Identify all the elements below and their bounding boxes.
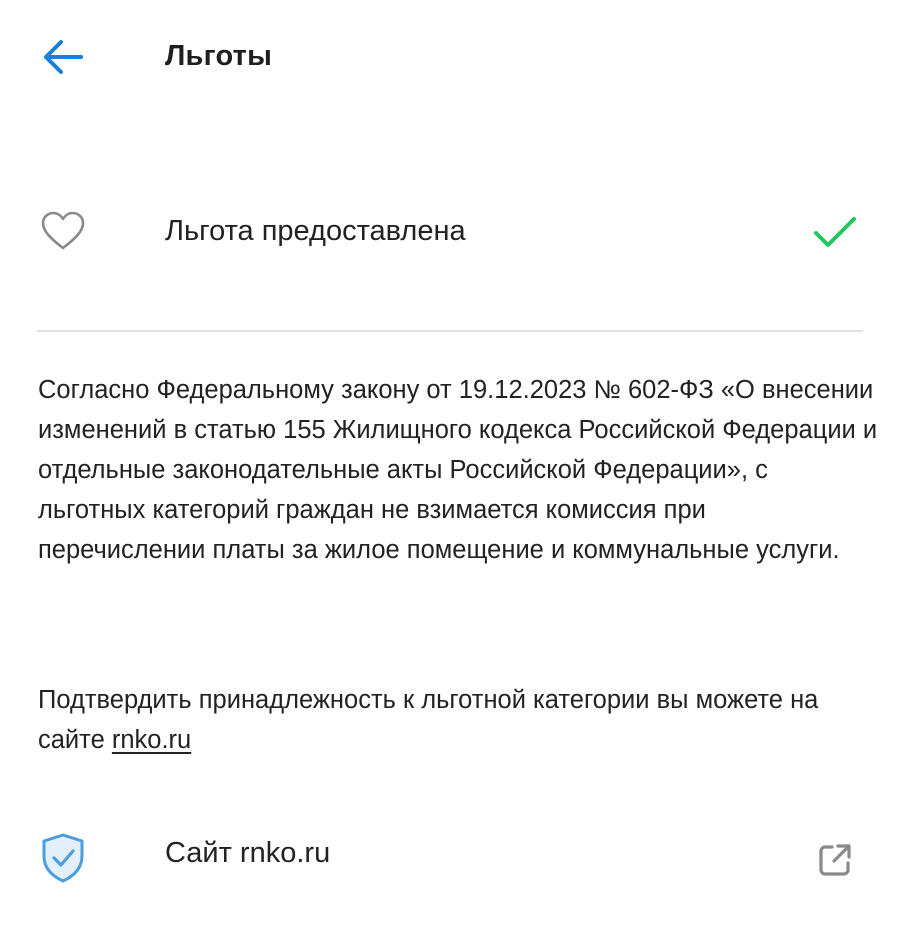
external-link-icon[interactable] xyxy=(815,840,855,880)
benefit-status-label: Льгота предоставлена xyxy=(165,215,466,247)
law-description: Согласно Федеральному закону от 19.12.20… xyxy=(38,376,878,564)
checkmark-icon xyxy=(814,217,856,247)
site-link-label: Сайт rnko.ru xyxy=(165,837,331,869)
site-link-row[interactable]: Сайт rnko.ru xyxy=(0,812,900,902)
back-button[interactable] xyxy=(38,34,88,80)
arrow-left-icon xyxy=(44,40,83,74)
rnko-link[interactable]: rnko.ru xyxy=(112,726,191,754)
section-divider xyxy=(37,330,863,332)
page-title: Льготы xyxy=(165,40,273,72)
benefit-status-row: Льгота предоставлена xyxy=(0,190,900,274)
app-header: Льготы xyxy=(0,0,900,112)
shield-check-icon xyxy=(42,833,84,883)
confirm-description: Подтвердить принадлежность к льготной ка… xyxy=(38,680,878,760)
heart-outline-icon xyxy=(41,211,85,250)
